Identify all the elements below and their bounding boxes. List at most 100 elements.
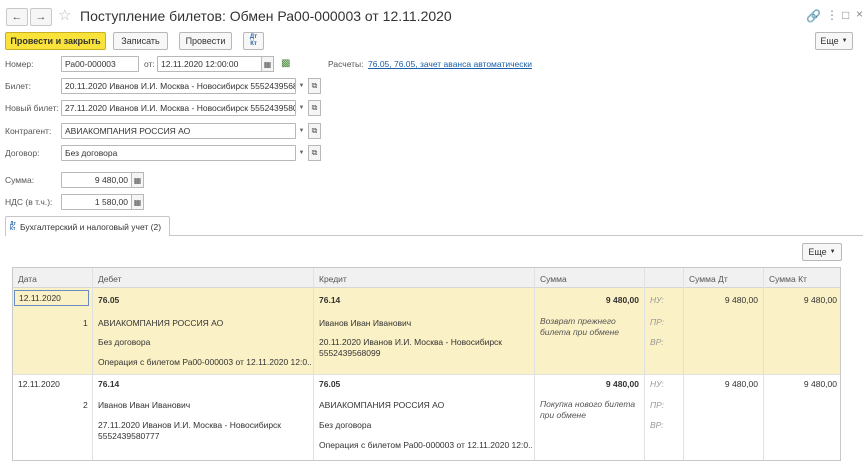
open-link-icon: ⧉: [311, 103, 318, 112]
row-number: 1: [83, 318, 88, 328]
credit-subconto-2: 20.11.2020 Иванов И.И. Москва - Новосиби…: [319, 337, 503, 347]
sum-kt-value: 9 480,00: [803, 295, 837, 305]
settlements-link[interactable]: 76.05, 76.05, зачет аванса автоматически: [368, 59, 532, 69]
back-button[interactable]: ←: [6, 8, 28, 26]
contract-open-button[interactable]: ⧉: [308, 145, 321, 161]
vat-field[interactable]: 1 580,00: [61, 194, 132, 210]
tax-nu-label: НУ:: [650, 379, 664, 389]
tax-pr-label: ПР:: [650, 400, 665, 410]
contract-dropdown-icon[interactable]: ▼: [296, 146, 307, 160]
contract-field[interactable]: Без договора: [61, 145, 296, 161]
row-date[interactable]: 12.11.2020: [14, 290, 89, 306]
column-sum[interactable]: Сумма: [540, 274, 567, 284]
calculator-icon: ▦: [133, 197, 142, 207]
ticket-field[interactable]: 20.11.2020 Иванов И.И. Москва - Новосиби…: [61, 78, 296, 94]
chevron-down-icon: ▼: [841, 38, 848, 44]
arrow-right-icon: →: [35, 11, 47, 23]
table-more-button[interactable]: Еще ▼: [802, 243, 842, 261]
entry-content: Возврат прежнего билета при обмене: [540, 316, 619, 337]
ticket-dropdown-icon[interactable]: ▼: [296, 79, 307, 93]
tab-divider: [170, 235, 863, 236]
link-icon[interactable]: 🔗: [806, 9, 821, 23]
ticket-open-button[interactable]: ⧉: [308, 78, 321, 94]
forward-button[interactable]: →: [30, 8, 52, 26]
accounting-entries-table: Дата Дебет Кредит Сумма Сумма Дт Сумма К…: [12, 267, 841, 461]
column-sum-dt[interactable]: Сумма Дт: [689, 274, 728, 284]
number-label: Номер:: [5, 59, 34, 69]
save-button[interactable]: Записать: [113, 32, 168, 50]
vat-calculator-button[interactable]: ▦: [131, 194, 144, 210]
tab-accounting[interactable]: Дт Кт Бухгалтерский и налоговый учет (2): [5, 216, 170, 236]
debit-subconto-2: Без договора: [98, 337, 151, 347]
entry-sum: 9 480,00: [605, 295, 639, 305]
row-number: 2: [83, 400, 88, 410]
ticket-label: Билет:: [5, 81, 31, 91]
arrow-left-icon: ←: [11, 11, 23, 23]
tax-vr-label: ВР:: [650, 420, 664, 430]
column-credit[interactable]: Кредит: [319, 274, 347, 284]
close-icon[interactable]: ×: [856, 7, 863, 21]
date-label: от:: [144, 59, 155, 69]
menu-dots-icon[interactable]: ⋮: [826, 8, 838, 22]
entry-content: Покупка нового билета при обмене: [540, 399, 636, 420]
row-date: 12.11.2020: [18, 379, 60, 389]
calendar-button[interactable]: ▦: [261, 56, 274, 72]
counterparty-label: Контрагент:: [5, 126, 52, 136]
post-button[interactable]: Провести: [179, 32, 232, 50]
counterparty-dropdown-icon[interactable]: ▼: [296, 124, 307, 138]
favorite-star-icon[interactable]: ☆: [58, 6, 71, 24]
tax-nu-label: НУ:: [650, 295, 664, 305]
sum-field[interactable]: 9 480,00: [61, 172, 132, 188]
debit-account: 76.14: [98, 379, 120, 389]
vat-label: НДС (в т.ч.):: [5, 197, 53, 207]
settlements-label: Расчеты:: [328, 59, 364, 69]
new-ticket-field[interactable]: 27.11.2020 Иванов И.И. Москва - Новосиби…: [61, 100, 296, 116]
column-sum-kt[interactable]: Сумма Кт: [769, 274, 807, 284]
column-date[interactable]: Дата: [18, 274, 37, 284]
new-ticket-open-button[interactable]: ⧉: [308, 100, 321, 116]
credit-subconto-3: Операция с билетом Ра00-000003 от 12.11.…: [319, 440, 532, 450]
credit-account: 76.05: [319, 379, 341, 389]
new-ticket-dropdown-icon[interactable]: ▼: [296, 101, 307, 115]
debit-subconto-1: Иванов Иван Иванович: [98, 400, 191, 410]
column-divider: [644, 268, 645, 460]
more-button[interactable]: Еще ▼: [815, 32, 853, 50]
column-divider: [92, 268, 93, 460]
debit-subconto-3: 5552439580777: [98, 431, 160, 441]
credit-subconto-1: АВИАКОМПАНИЯ РОССИЯ АО: [319, 400, 445, 410]
credit-account: 76.14: [319, 295, 341, 305]
debit-account: 76.05: [98, 295, 120, 305]
sum-calculator-button[interactable]: ▦: [131, 172, 144, 188]
counterparty-open-button[interactable]: ⧉: [308, 123, 321, 139]
maximize-icon[interactable]: □: [842, 8, 849, 22]
credit-subconto-1: Иванов Иван Иванович: [319, 318, 412, 328]
number-field[interactable]: Ра00-000003: [61, 56, 139, 72]
refresh-date-icon[interactable]: ▩: [281, 58, 292, 69]
debit-subconto-2: 27.11.2020 Иванов И.И. Москва - Новосиби…: [98, 420, 282, 430]
calendar-icon: ▦: [263, 59, 272, 69]
tax-vr-label: ВР:: [650, 337, 664, 347]
open-link-icon: ⧉: [311, 81, 318, 90]
sum-label: Сумма:: [5, 175, 35, 185]
dt-kt-button[interactable]: Дт Кт: [243, 32, 264, 50]
new-ticket-label: Новый билет:: [5, 103, 59, 113]
credit-subconto-3: 5552439568099: [319, 348, 381, 358]
counterparty-field[interactable]: АВИАКОМПАНИЯ РОССИЯ АО: [61, 123, 296, 139]
date-field[interactable]: 12.11.2020 12:00:00: [157, 56, 262, 72]
row-divider: [13, 374, 840, 375]
dt-kt-icon: Дт Кт: [249, 34, 258, 47]
debit-subconto-3: Операция с билетом Ра00-000003 от 12.11.…: [98, 357, 311, 367]
post-and-close-button[interactable]: Провести и закрыть: [5, 32, 106, 50]
entry-sum: 9 480,00: [605, 379, 639, 389]
column-debit[interactable]: Дебет: [98, 274, 122, 284]
column-divider: [534, 268, 535, 460]
sum-dt-value: 9 480,00: [724, 295, 758, 305]
column-divider: [683, 268, 684, 460]
calculator-icon: ▦: [133, 175, 142, 185]
sum-kt-value: 9 480,00: [803, 379, 837, 389]
debit-subconto-1: АВИАКОМПАНИЯ РОССИЯ АО: [98, 318, 224, 328]
column-divider: [313, 268, 314, 460]
dt-kt-icon: Дт Кт: [10, 220, 17, 232]
column-divider: [763, 268, 764, 460]
tax-pr-label: ПР:: [650, 317, 665, 327]
